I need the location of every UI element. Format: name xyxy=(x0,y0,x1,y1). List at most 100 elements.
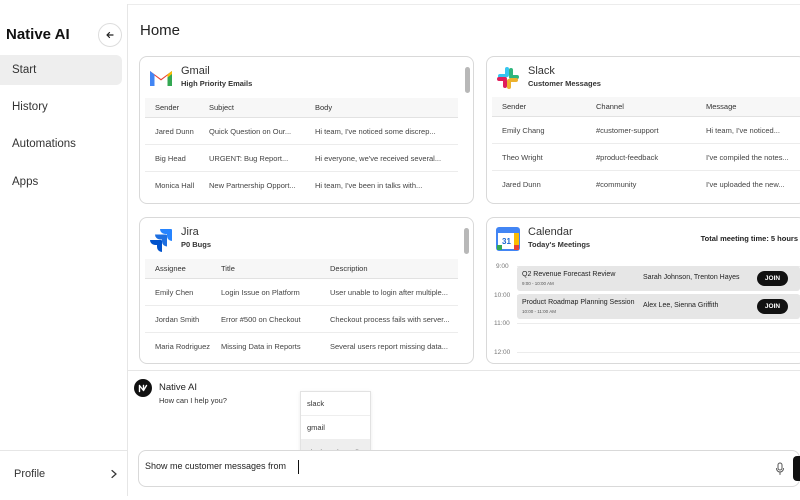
cell-channel: #customer-support xyxy=(596,125,659,135)
native-ai-logo-icon xyxy=(138,384,148,393)
event-attendees: Sarah Johnson, Trenton Hayes xyxy=(643,274,740,281)
cell-title: Login Issue on Platform xyxy=(221,287,300,297)
jira-icon xyxy=(150,229,172,252)
column-header: Channel xyxy=(596,102,624,111)
column-header: Message xyxy=(706,102,737,111)
profile-menu[interactable]: Profile xyxy=(0,450,128,496)
table-header: Sender Subject Body xyxy=(145,98,458,118)
cell-subject: Quick Question on Our... xyxy=(209,126,292,136)
cell-body: Hi everyone, we've received several... xyxy=(315,153,442,163)
cell-title: Missing Data in Reports xyxy=(221,342,301,351)
slack-title: Slack xyxy=(528,65,555,77)
arrow-left-icon xyxy=(106,31,114,39)
table-row[interactable]: Jared Dunn Quick Question on Our... Hi t… xyxy=(145,118,458,145)
cell-sender: Big Head xyxy=(155,153,186,163)
cell-description: User unable to login after multiple... xyxy=(330,287,448,297)
chat-divider xyxy=(128,370,800,371)
cell-sender: Theo Wright xyxy=(502,152,543,162)
jira-scrollbar[interactable] xyxy=(464,228,469,254)
table-row[interactable]: Theo Wright #product-feedback I've compi… xyxy=(492,144,800,171)
table-row[interactable]: Jared Dunn #community I've uploaded the … xyxy=(492,171,800,198)
cell-title: Error #500 on Checkout xyxy=(221,314,301,324)
hour-label: 10:00 xyxy=(494,292,511,299)
cell-channel: #community xyxy=(596,180,637,189)
meeting-total: Total meeting time: 5 hours xyxy=(700,234,798,243)
chat-input-box xyxy=(138,450,800,487)
assistant-avatar xyxy=(134,379,152,397)
column-header: Title xyxy=(221,264,235,273)
sidebar-item-automations[interactable]: Automations xyxy=(0,129,122,159)
table-header: Sender Channel Message xyxy=(492,97,800,117)
sidebar-item-start[interactable]: Start xyxy=(0,55,122,85)
event-title: Q2 Revenue Forecast Review xyxy=(522,271,616,278)
calendar-icon-day: 31 xyxy=(502,237,511,246)
event-attendees: Alex Lee, Sienna Griffith xyxy=(643,302,719,309)
calendar-event[interactable]: Q2 Revenue Forecast Review 9:00 - 10:00 … xyxy=(517,266,800,291)
column-header: Sender xyxy=(155,103,180,112)
suggestion-slack[interactable]: slack xyxy=(301,392,370,416)
cell-subject: New Partnership Opport... xyxy=(209,181,296,190)
jira-table: Assignee Title Description Emily Chen Lo… xyxy=(145,259,458,360)
calendar-subtitle: Today's Meetings xyxy=(528,240,591,249)
table-row[interactable]: Maria Rodriguez Missing Data in Reports … xyxy=(145,333,458,360)
join-button[interactable]: JOIN xyxy=(757,299,788,314)
calendar-title: Calendar xyxy=(528,226,573,238)
cell-description: Several users report missing data... xyxy=(330,342,448,351)
join-button[interactable]: JOIN xyxy=(757,271,788,286)
table-row[interactable]: Emily Chen Login Issue on Platform User … xyxy=(145,279,458,306)
table-row[interactable]: Big Head URGENT: Bug Report... Hi everyo… xyxy=(145,145,458,172)
gmail-icon xyxy=(150,71,172,86)
event-time: 9:00 - 10:00 AM xyxy=(522,281,554,286)
table-row[interactable]: Monica Hall New Partnership Opport... Hi… xyxy=(145,172,458,199)
gmail-table: Sender Subject Body Jared Dunn Quick Que… xyxy=(145,98,458,199)
collapse-sidebar-button[interactable] xyxy=(98,23,122,47)
event-time: 10:00 - 11:00 AM xyxy=(522,309,556,314)
jira-subtitle: P0 Bugs xyxy=(181,240,212,249)
cell-assignee: Maria Rodriguez xyxy=(155,342,211,351)
chat-input[interactable] xyxy=(145,461,745,471)
column-header: Body xyxy=(315,103,333,112)
cell-sender: Monica Hall xyxy=(155,181,195,190)
hour-label: 9:00 xyxy=(496,263,509,270)
cell-description: Checkout process fails with server... xyxy=(330,314,450,324)
column-header: Assignee xyxy=(155,264,186,273)
event-title: Product Roadmap Planning Session xyxy=(522,299,635,306)
cell-subject: URGENT: Bug Report... xyxy=(209,153,289,163)
gmail-scrollbar[interactable] xyxy=(465,67,470,93)
table-header: Assignee Title Description xyxy=(145,259,458,279)
sidebar-item-history[interactable]: History xyxy=(0,92,122,122)
cell-body: Hi team, I've been in talks with... xyxy=(315,181,423,190)
app-brand: Native AI xyxy=(6,26,70,43)
jira-card: Jira P0 Bugs Assignee Title Description … xyxy=(139,217,474,364)
cell-assignee: Jordan Smith xyxy=(155,314,200,324)
column-header: Subject xyxy=(209,103,235,112)
sidebar-item-apps[interactable]: Apps xyxy=(0,167,122,197)
column-header: Description xyxy=(330,264,368,273)
table-row[interactable]: Jordan Smith Error #500 on Checkout Chec… xyxy=(145,306,458,333)
cell-message: Hi team, I've noticed... xyxy=(706,125,780,135)
cell-message: I've uploaded the new... xyxy=(706,180,785,189)
hour-line xyxy=(517,352,800,353)
table-row[interactable]: Emily Chang #customer-support Hi team, I… xyxy=(492,117,800,144)
chevron-right-icon xyxy=(111,469,117,478)
gmail-card: Gmail High Priority Emails Sender Subjec… xyxy=(139,56,474,204)
suggestion-gmail[interactable]: gmail xyxy=(301,416,370,440)
assistant-greeting: How can I help you? xyxy=(159,396,227,405)
gmail-title: Gmail xyxy=(181,65,210,77)
calendar-icon: 31 xyxy=(496,227,520,251)
cell-sender: Jared Dunn xyxy=(502,180,541,189)
cell-message: I've compiled the notes... xyxy=(706,152,789,162)
send-button[interactable] xyxy=(793,456,800,481)
slack-card: Slack Customer Messages Sender Channel M… xyxy=(486,56,800,204)
microphone-icon[interactable] xyxy=(775,462,785,476)
assistant-name: Native AI xyxy=(159,382,198,393)
page-title: Home xyxy=(140,22,181,39)
gmail-subtitle: High Priority Emails xyxy=(181,79,253,88)
cell-channel: #product-feedback xyxy=(596,152,659,162)
hour-label: 12:00 xyxy=(494,349,511,356)
calendar-event[interactable]: Product Roadmap Planning Session 10:00 -… xyxy=(517,294,800,319)
cell-assignee: Emily Chen xyxy=(155,287,194,297)
profile-label: Profile xyxy=(14,467,46,480)
slack-table: Sender Channel Message Emily Chang #cust… xyxy=(492,97,800,198)
cell-sender: Jared Dunn xyxy=(155,126,194,136)
